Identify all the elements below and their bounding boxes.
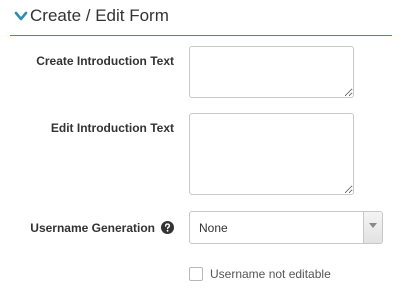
- username-generation-select[interactable]: None: [189, 211, 383, 244]
- chevron-down-icon[interactable]: [14, 9, 28, 23]
- question-circle-icon[interactable]: [161, 221, 174, 234]
- select-selected-value: None: [199, 221, 228, 235]
- create-edit-form-page: Create / Edit Form Create Introduction T…: [0, 0, 402, 291]
- username-generation-label: Username Generation: [30, 221, 155, 235]
- create-intro-textarea[interactable]: [189, 46, 354, 98]
- username-not-editable-checkbox[interactable]: [189, 267, 203, 281]
- create-intro-label: Create Introduction Text: [36, 54, 174, 68]
- section-header[interactable]: Create / Edit Form: [10, 0, 392, 36]
- edit-intro-label: Edit Introduction Text: [50, 121, 174, 135]
- caret-down-icon: [369, 223, 377, 228]
- edit-intro-textarea[interactable]: [189, 113, 354, 195]
- username-not-editable-label[interactable]: Username not editable: [210, 267, 331, 282]
- select-dropdown-button[interactable]: [363, 212, 382, 243]
- section-title: Create / Edit Form: [30, 6, 169, 25]
